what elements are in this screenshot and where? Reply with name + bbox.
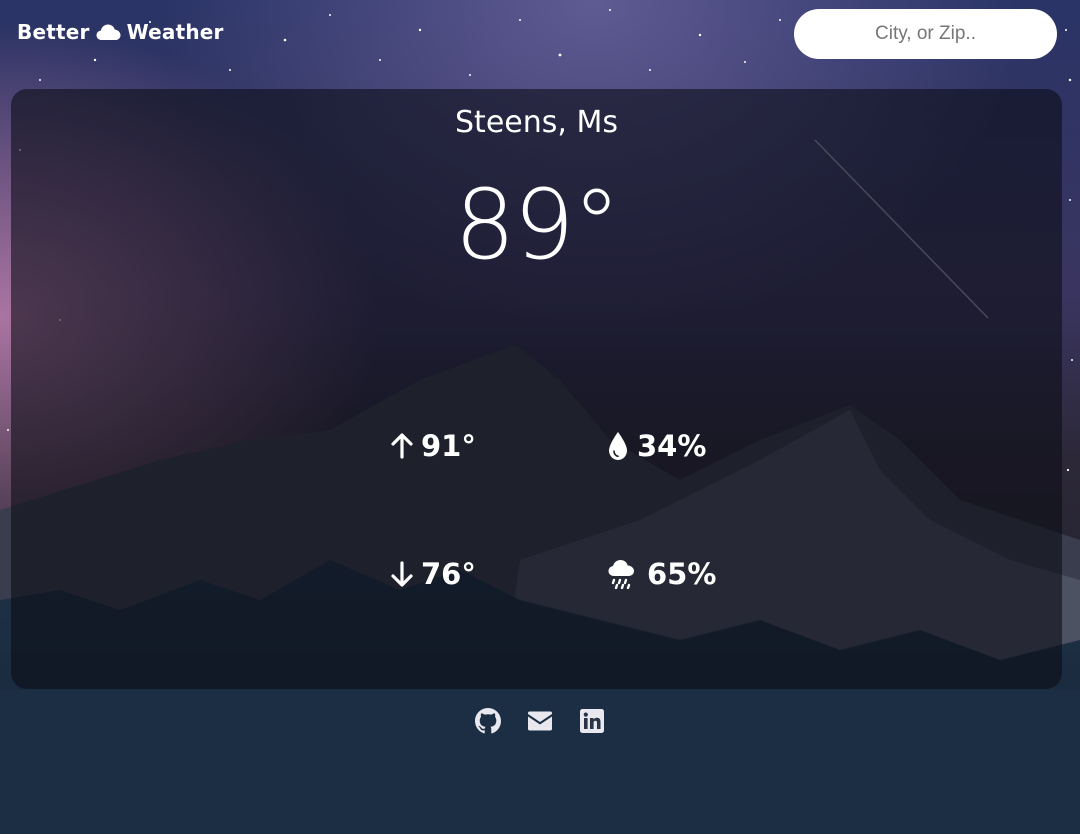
low-temperature: 76°: [391, 557, 476, 591]
precipitation-value: 65%: [647, 557, 717, 591]
weather-card: Steens, Ms 89° 91° 76° 34% 65%: [11, 89, 1062, 689]
brand-logo[interactable]: Better Weather: [17, 20, 224, 44]
github-link[interactable]: [475, 708, 501, 734]
linkedin-link[interactable]: [579, 708, 605, 734]
humidity: 34%: [607, 429, 706, 463]
low-temperature-value: 76°: [421, 557, 476, 591]
high-temperature-value: 91°: [421, 429, 476, 463]
humidity-value: 34%: [637, 429, 707, 463]
search-input[interactable]: [794, 9, 1057, 59]
envelope-icon: [528, 711, 552, 731]
arrow-down-icon: [391, 561, 413, 587]
city-name: Steens, Ms: [455, 105, 618, 140]
cloud-icon: [96, 24, 121, 40]
cloud-rain-icon: [608, 560, 634, 589]
footer-links: [0, 708, 1080, 734]
current-temperature: 89°: [454, 169, 620, 281]
brand-text-better: Better: [17, 20, 90, 44]
email-link[interactable]: [527, 708, 553, 734]
arrow-up-icon: [391, 433, 413, 459]
brand-text-weather: Weather: [126, 20, 224, 44]
github-icon: [475, 708, 501, 734]
linkedin-icon: [580, 709, 604, 733]
droplet-icon: [609, 432, 627, 460]
high-temperature: 91°: [391, 429, 476, 463]
precipitation-chance: 65%: [607, 557, 716, 591]
